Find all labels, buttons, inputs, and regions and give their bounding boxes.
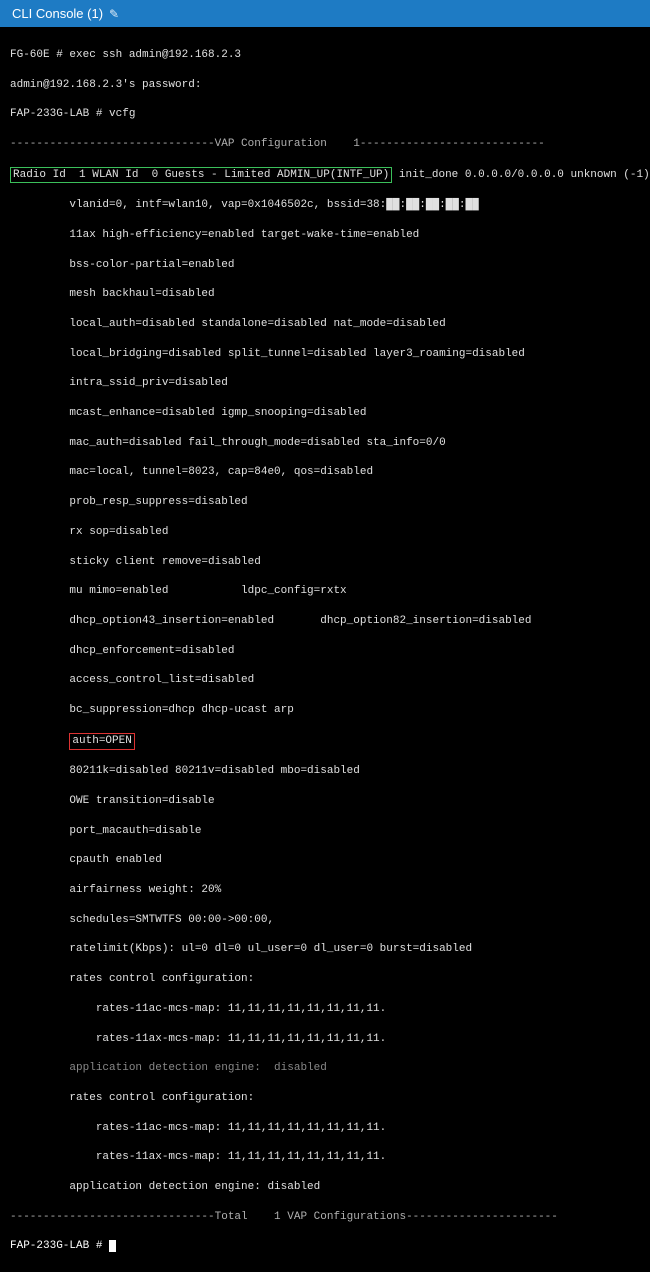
- indent: [10, 735, 69, 747]
- cfg-line: bss-color-partial=enabled: [10, 258, 640, 273]
- cmd-line: FG-60E # exec ssh admin@192.168.2.3: [10, 48, 640, 63]
- cfg-line: rates-11ax-mcs-map: 11,11,11,11,11,11,11…: [10, 1032, 640, 1047]
- cfg-line: mesh backhaul=disabled: [10, 287, 640, 302]
- console-title: CLI Console (1): [12, 6, 103, 21]
- cfg-line: rates-11ac-mcs-map: 11,11,11,11,11,11,11…: [10, 1002, 640, 1017]
- cfg-line: airfairness weight: 20%: [10, 883, 640, 898]
- cfg-line: mac_auth=disabled fail_through_mode=disa…: [10, 436, 640, 451]
- highlight-admin-up: Radio Id 1 WLAN Id 0 Guests - Limited AD…: [10, 167, 392, 184]
- password-prompt: admin@192.168.2.3's password:: [10, 78, 640, 93]
- cfg-line: local_bridging=disabled split_tunnel=dis…: [10, 347, 640, 362]
- cfg-line: 11ax high-efficiency=enabled target-wake…: [10, 228, 640, 243]
- terminal-output: FG-60E # exec ssh admin@192.168.2.3 admi…: [0, 27, 650, 1272]
- cfg-line: mac=local, tunnel=8023, cap=84e0, qos=di…: [10, 465, 640, 480]
- vap-status: init_done 0.0.0.0/0.0.0.0 unknown (-1): [392, 169, 649, 181]
- vap-header-line: Radio Id 1 WLAN Id 0 Guests - Limited AD…: [10, 167, 640, 184]
- cfg-line: vlanid=0, intf=wlan10, vap=0x1046502c, b…: [10, 198, 640, 213]
- cfg-line: prob_resp_suppress=disabled: [10, 495, 640, 510]
- separator-line: -------------------------------Total 1 V…: [10, 1210, 640, 1225]
- cfg-line: application detection engine: disabled: [10, 1180, 640, 1195]
- edit-icon[interactable]: ✎: [109, 7, 119, 21]
- cfg-line: mcast_enhance=disabled igmp_snooping=dis…: [10, 406, 640, 421]
- cfg-line: intra_ssid_priv=disabled: [10, 376, 640, 391]
- cfg-line: 80211k=disabled 80211v=disabled mbo=disa…: [10, 764, 640, 779]
- separator-line: -------------------------------VAP Confi…: [10, 137, 640, 152]
- auth-line: auth=OPEN: [10, 733, 640, 750]
- cfg-line: dhcp_option43_insertion=enabled dhcp_opt…: [10, 614, 640, 629]
- cfg-line: port_macauth=disable: [10, 824, 640, 839]
- cfg-line: mu mimo=enabled ldpc_config=rxtx: [10, 584, 640, 599]
- cfg-line: application detection engine: disabled: [10, 1061, 640, 1076]
- cfg-line: rates-11ac-mcs-map: 11,11,11,11,11,11,11…: [10, 1121, 640, 1136]
- cfg-line: schedules=SMTWTFS 00:00->00:00,: [10, 913, 640, 928]
- prompt-line[interactable]: FAP-233G-LAB #: [10, 1239, 640, 1254]
- cfg-line: sticky client remove=disabled: [10, 555, 640, 570]
- cfg-line: rates control configuration:: [10, 1091, 640, 1106]
- cfg-line: cpauth enabled: [10, 853, 640, 868]
- title-bar: CLI Console (1) ✎: [0, 0, 650, 27]
- cfg-line: access_control_list=disabled: [10, 673, 640, 688]
- cfg-line: rates-11ax-mcs-map: 11,11,11,11,11,11,11…: [10, 1150, 640, 1165]
- cfg-line: bc_suppression=dhcp dhcp-ucast arp: [10, 703, 640, 718]
- highlight-auth-open: auth=OPEN: [69, 733, 134, 750]
- cfg-line: dhcp_enforcement=disabled: [10, 644, 640, 659]
- cfg-line: ratelimit(Kbps): ul=0 dl=0 ul_user=0 dl_…: [10, 942, 640, 957]
- cfg-line: local_auth=disabled standalone=disabled …: [10, 317, 640, 332]
- cfg-line: rx sop=disabled: [10, 525, 640, 540]
- shell-prompt: FAP-233G-LAB #: [10, 1240, 109, 1252]
- cfg-line: rates control configuration:: [10, 972, 640, 987]
- cursor-icon: [109, 1240, 116, 1252]
- cfg-line: OWE transition=disable: [10, 794, 640, 809]
- cmd-line: FAP-233G-LAB # vcfg: [10, 107, 640, 122]
